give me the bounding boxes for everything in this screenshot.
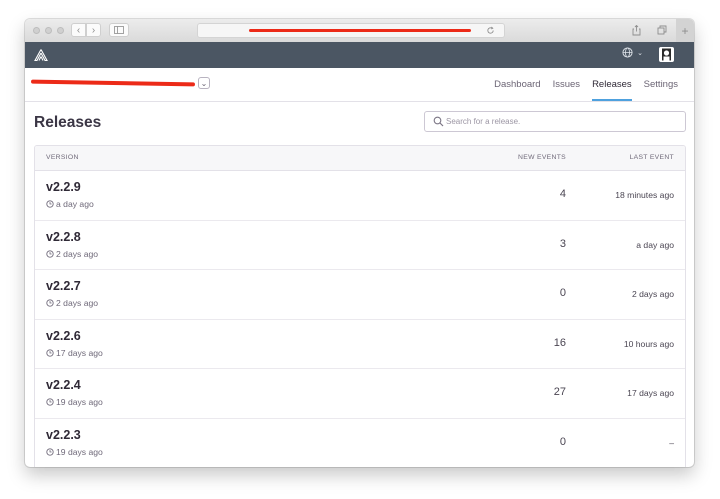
clock-icon [46, 299, 54, 307]
share-icon[interactable] [627, 23, 645, 37]
release-created-text: 19 days ago [56, 446, 103, 457]
project-tabs: Dashboard Issues Releases Settings [488, 68, 684, 101]
release-created: 2 days ago [46, 298, 98, 308]
forward-icon[interactable]: › [86, 23, 101, 37]
release-created: a day ago [46, 199, 94, 209]
project-header: ⌄ Dashboard Issues Releases Settings [25, 68, 694, 102]
sentry-logo-icon[interactable] [34, 48, 48, 62]
reload-icon[interactable] [481, 23, 499, 37]
release-version-link[interactable]: v2.2.7 [46, 279, 81, 293]
release-created: 19 days ago [46, 447, 103, 457]
table-row[interactable]: v2.2.7 2 days ago 0 2 days ago [35, 270, 685, 320]
release-created: 19 days ago [46, 397, 103, 407]
release-created: 2 days ago [46, 249, 98, 259]
column-last-event[interactable]: LAST EVENT [630, 154, 674, 161]
release-created-text: 2 days ago [56, 248, 99, 259]
table-row[interactable]: v2.2.3 19 days ago 0 – [35, 419, 685, 468]
release-created-text: 19 days ago [56, 397, 103, 407]
last-event-time: 2 days ago [631, 289, 674, 299]
table-row[interactable]: v2.2.6 17 days ago 16 10 hours ago [35, 320, 685, 369]
close-window-button[interactable] [33, 27, 40, 34]
release-created-text: 17 days ago [56, 347, 103, 358]
tabs-icon[interactable] [653, 23, 671, 37]
redacted-project-name [30, 79, 196, 87]
table-header: VERSION NEW EVENTS LAST EVENT [35, 146, 685, 171]
globe-caret: ⌄ [637, 50, 643, 57]
new-events-count: 4 [559, 188, 566, 200]
sidebar-icon[interactable] [109, 23, 129, 37]
new-events-count: 0 [559, 287, 566, 299]
last-event-time: a day ago [636, 239, 674, 250]
release-version-link[interactable]: v2.2.3 [46, 428, 81, 442]
last-event-time: – [669, 437, 674, 448]
release-created-text: 2 days ago [56, 298, 99, 308]
table-row[interactable]: v2.2.8 2 days ago 3 a day ago [35, 221, 685, 270]
new-events-count: 0 [559, 435, 566, 448]
clock-icon [46, 398, 54, 406]
tab-releases[interactable]: Releases [586, 68, 638, 101]
new-events-count: 3 [559, 237, 566, 250]
clock-icon [46, 249, 54, 258]
releases-table: VERSION NEW EVENTS LAST EVENT v2.2.9 a d… [34, 145, 686, 467]
zoom-window-button[interactable] [57, 27, 64, 34]
release-version-link[interactable]: v2.2.4 [46, 378, 81, 392]
table-row[interactable]: v2.2.4 19 days ago 27 17 days ago [35, 369, 685, 419]
last-event-time: 10 hours ago [623, 338, 674, 349]
avatar[interactable] [659, 47, 674, 62]
clock-icon [46, 200, 54, 208]
new-events-count: 27 [553, 386, 566, 398]
table-row[interactable]: v2.2.9 a day ago 4 18 minutes ago [35, 171, 685, 221]
clock-icon [46, 447, 54, 456]
release-version-link[interactable]: v2.2.9 [46, 180, 81, 194]
browser-window: ‹ › + ⌄ ⌄ Dashboard Issues Releases Sett… [25, 19, 694, 467]
tab-dashboard[interactable]: Dashboard [488, 68, 546, 101]
tab-issues[interactable]: Issues [547, 68, 586, 101]
search-input[interactable] [446, 114, 681, 129]
clock-icon [46, 348, 54, 357]
release-version-link[interactable]: v2.2.6 [46, 329, 81, 343]
back-icon[interactable]: ‹ [71, 23, 86, 37]
release-created: 17 days ago [46, 348, 103, 358]
page-title: Releases [34, 114, 102, 131]
new-tab-icon[interactable]: + [676, 19, 694, 42]
new-events-count: 16 [553, 336, 566, 349]
chevron-down-icon[interactable]: ⌄ [198, 77, 210, 89]
tab-settings[interactable]: Settings [638, 68, 684, 101]
release-version-link[interactable]: v2.2.8 [46, 230, 81, 244]
minimize-window-button[interactable] [45, 27, 52, 34]
release-search[interactable] [424, 111, 686, 132]
last-event-time: 18 minutes ago [615, 190, 674, 200]
browser-toolbar: ‹ › + [25, 19, 694, 43]
app-header: ⌄ [25, 42, 694, 68]
globe-icon[interactable]: ⌄ [622, 47, 643, 61]
redacted-url [249, 29, 471, 32]
column-version[interactable]: VERSION [46, 154, 79, 161]
column-new-events[interactable]: NEW EVENTS [518, 154, 566, 161]
release-created-text: a day ago [56, 199, 94, 209]
search-icon [433, 116, 444, 127]
last-event-time: 17 days ago [627, 388, 674, 398]
